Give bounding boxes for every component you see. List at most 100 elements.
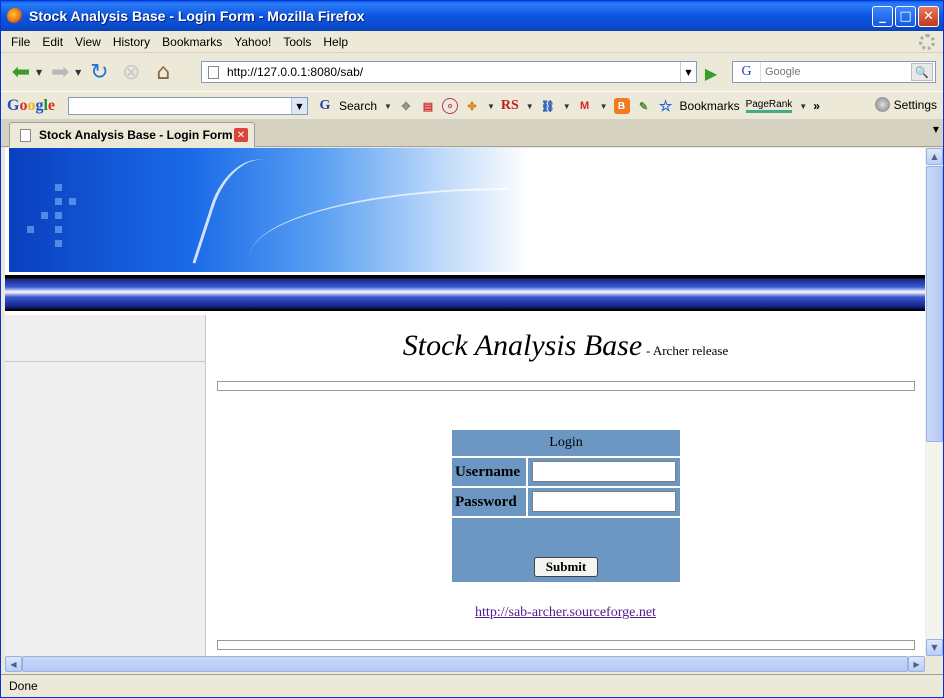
link-icon[interactable]: ⛓ [540,98,556,114]
release-name: - Archer release [645,343,729,358]
menu-yahoo[interactable]: Yahoo! [228,35,277,49]
submit-row: Submit [452,516,680,582]
search-input[interactable] [765,66,910,78]
window-title: Stock Analysis Base - Login Form - Mozil… [29,8,365,24]
tab-list-dropdown-icon[interactable]: ▼ [933,125,939,134]
browser-window: Stock Analysis Base - Login Form - Mozil… [0,0,944,698]
username-row: Username [452,456,680,486]
horizontal-scrollbar[interactable]: ◀ ▶ [5,656,925,672]
scroll-up-icon[interactable]: ▲ [926,148,943,165]
sidebar-divider [5,361,205,362]
gear-icon [874,97,890,112]
rs-dropdown-icon[interactable]: ▼ [526,102,534,111]
horizontal-scroll-thumb[interactable] [22,656,908,672]
password-input[interactable] [532,491,676,512]
search-engine-icon[interactable]: G [733,62,761,82]
menu-file[interactable]: File [5,35,36,49]
chevron-more-icon[interactable]: » [813,99,820,113]
google-search-box[interactable]: ▼ [68,97,308,115]
pagerank-dropdown-icon[interactable]: ▼ [799,102,807,111]
rs-button[interactable]: RS [501,98,519,114]
back-button[interactable]: ⬅ [7,58,35,86]
page-title: Stock Analysis Base - Archer release [206,329,925,363]
google-search-dropdown-icon[interactable]: ▼ [291,98,307,114]
navigation-toolbar: ⬅▼ ➡▼ ↻ ⊗ ⌂ ▼ ▶ G 🔍 [1,54,943,90]
orkut-icon[interactable]: o [441,98,458,114]
search-icon[interactable]: 🔍 [911,63,933,81]
google-search-input[interactable] [69,98,289,114]
tab-strip: Stock Analysis Base - Login Form ✕ ▼ [1,119,943,147]
header-stripe [5,275,925,311]
forward-button[interactable]: ➡ [46,58,74,86]
maximize-button[interactable]: □ [895,6,916,27]
sidewiki-icon[interactable]: ✎ [636,98,652,114]
throbber-icon [919,34,935,50]
main-content: Stock Analysis Base - Archer release Log… [206,315,925,656]
menu-edit[interactable]: Edit [36,35,69,49]
gmail-icon[interactable]: M [577,98,593,114]
firefox-icon [7,8,23,24]
google-bookmarks-button[interactable]: Bookmarks [680,99,740,113]
status-text: Done [9,679,38,693]
title-bar: Stock Analysis Base - Login Form - Mozil… [1,1,943,31]
bottom-divider [217,640,915,650]
star-icon[interactable]: ☆ [658,98,674,115]
google-toolbar-buttons: G Search ▼ ✥ ▤ o ✤ ▼ RS ▼ ⛓ ▼ M ▼ B ✎ ☆ … [317,97,820,115]
google-toolbar: Google ▼ G Search ▼ ✥ ▤ o ✤ ▼ RS ▼ ⛓ ▼ M… [1,91,943,119]
menu-help[interactable]: Help [317,35,354,49]
highlight-icon[interactable]: ✥ [398,98,414,114]
submit-button[interactable]: Submit [534,557,598,577]
tab-label: Stock Analysis Base - Login Form [39,128,233,142]
vertical-scrollbar[interactable]: ▲ ▼ [925,148,943,656]
site-name: Stock Analysis Base [402,329,643,362]
menu-history[interactable]: History [107,35,156,49]
sourceforge-link[interactable]: http://sab-archer.sourceforge.net [206,605,925,621]
vertical-scroll-thumb[interactable] [926,166,943,442]
scroll-down-icon[interactable]: ▼ [926,639,943,656]
link-dropdown-icon[interactable]: ▼ [563,102,571,111]
forward-dropdown-icon[interactable]: ▼ [75,68,81,77]
minimize-button[interactable]: _ [872,6,893,27]
password-label: Password [452,488,528,516]
menu-view[interactable]: View [69,35,107,49]
search-dropdown-icon[interactable]: ▼ [384,102,392,111]
url-input[interactable] [227,65,667,79]
search-bar[interactable]: G 🔍 [732,61,936,83]
go-button[interactable]: ▶ [701,63,721,83]
login-form: Login Username Password Submit [452,430,680,582]
reload-button[interactable]: ↻ [85,58,113,86]
status-bar: Done [1,674,943,697]
page-icon [208,65,219,79]
window-controls: _ □ ✕ [872,6,939,27]
tab-close-icon[interactable]: ✕ [234,128,248,142]
top-divider [217,381,915,391]
menu-bookmarks[interactable]: Bookmarks [156,35,228,49]
google-g-icon[interactable]: G [317,98,333,114]
home-button[interactable]: ⌂ [149,58,177,86]
google-search-button[interactable]: Search [339,99,377,113]
url-bar[interactable]: ▼ [201,61,697,83]
google-logo[interactable]: Google [7,97,55,115]
scroll-left-icon[interactable]: ◀ [5,656,22,672]
news-icon[interactable]: ▤ [420,98,436,114]
puzzle-icon[interactable]: ✤ [464,98,480,114]
back-dropdown-icon[interactable]: ▼ [36,68,42,77]
username-label: Username [452,458,528,486]
blogger-icon[interactable]: B [613,98,630,114]
header-banner [9,148,925,272]
url-history-dropdown-icon[interactable]: ▼ [680,62,696,82]
stop-button[interactable]: ⊗ [117,58,145,86]
gmail-dropdown-icon[interactable]: ▼ [600,102,608,111]
page-viewport: Stock Analysis Base - Archer release Log… [5,148,925,656]
username-input[interactable] [532,461,676,482]
puzzle-dropdown-icon[interactable]: ▼ [487,102,495,111]
google-settings[interactable]: Settings [874,97,937,112]
menu-tools[interactable]: Tools [277,35,317,49]
left-sidebar [5,315,206,656]
pagerank-label: PageRank [745,99,793,113]
close-button[interactable]: ✕ [918,6,939,27]
settings-label: Settings [893,97,937,112]
tab-page-icon [20,128,31,142]
tab-login-form[interactable]: Stock Analysis Base - Login Form ✕ [9,122,255,147]
scroll-right-icon[interactable]: ▶ [908,656,925,672]
